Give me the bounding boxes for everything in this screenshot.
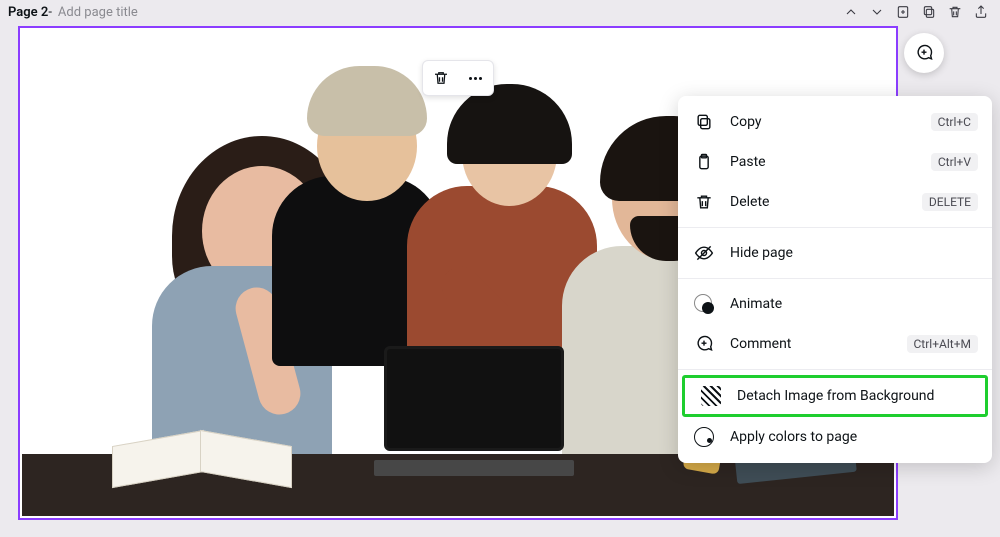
move-page-up-icon[interactable]	[840, 1, 862, 23]
delete-page-icon[interactable]	[944, 1, 966, 23]
detach-icon	[699, 384, 723, 408]
menu-item-comment[interactable]: Comment Ctrl+Alt+M	[678, 324, 992, 364]
page-title-placeholder[interactable]: Add page title	[58, 5, 138, 20]
menu-shortcut: Ctrl+Alt+M	[907, 335, 979, 353]
duplicate-page-icon[interactable]	[918, 1, 940, 23]
copy-icon	[692, 110, 716, 134]
page-header: Page 2 - Add page title	[0, 0, 1000, 24]
menu-label: Comment	[730, 336, 907, 352]
move-page-down-icon[interactable]	[866, 1, 888, 23]
paste-icon	[692, 150, 716, 174]
menu-item-hide-page[interactable]: Hide page	[678, 233, 992, 273]
delete-button[interactable]	[428, 65, 454, 91]
menu-separator	[678, 369, 992, 370]
menu-separator	[678, 227, 992, 228]
menu-shortcut: DELETE	[922, 193, 978, 211]
page-number-label: Page 2	[8, 5, 48, 20]
menu-label: Copy	[730, 114, 931, 130]
menu-item-copy[interactable]: Copy Ctrl+C	[678, 102, 992, 142]
add-comment-fab[interactable]	[904, 33, 944, 73]
more-options-button[interactable]	[463, 65, 489, 91]
menu-item-detach-image[interactable]: Detach Image from Background	[682, 375, 988, 417]
menu-label: Hide page	[730, 245, 978, 261]
menu-label: Delete	[730, 194, 922, 210]
share-page-icon[interactable]	[970, 1, 992, 23]
menu-label: Paste	[730, 154, 931, 170]
palette-icon	[692, 425, 716, 449]
separator: -	[48, 5, 52, 20]
menu-item-delete[interactable]: Delete DELETE	[678, 182, 992, 222]
menu-shortcut: Ctrl+C	[931, 113, 978, 131]
selection-mini-toolbar	[422, 60, 494, 96]
animate-icon	[692, 292, 716, 316]
context-menu: Copy Ctrl+C Paste Ctrl+V Delete DELETE H…	[678, 96, 992, 463]
more-icon	[469, 77, 482, 80]
trash-icon	[692, 190, 716, 214]
menu-separator	[678, 278, 992, 279]
menu-item-animate[interactable]: Animate	[678, 284, 992, 324]
hide-icon	[692, 241, 716, 265]
comment-icon	[692, 332, 716, 356]
menu-label: Detach Image from Background	[737, 388, 971, 404]
menu-item-paste[interactable]: Paste Ctrl+V	[678, 142, 992, 182]
menu-shortcut: Ctrl+V	[931, 153, 978, 171]
menu-label: Animate	[730, 296, 978, 312]
add-page-icon[interactable]	[892, 1, 914, 23]
menu-item-apply-colors[interactable]: Apply colors to page	[678, 417, 992, 457]
menu-label: Apply colors to page	[730, 429, 978, 445]
